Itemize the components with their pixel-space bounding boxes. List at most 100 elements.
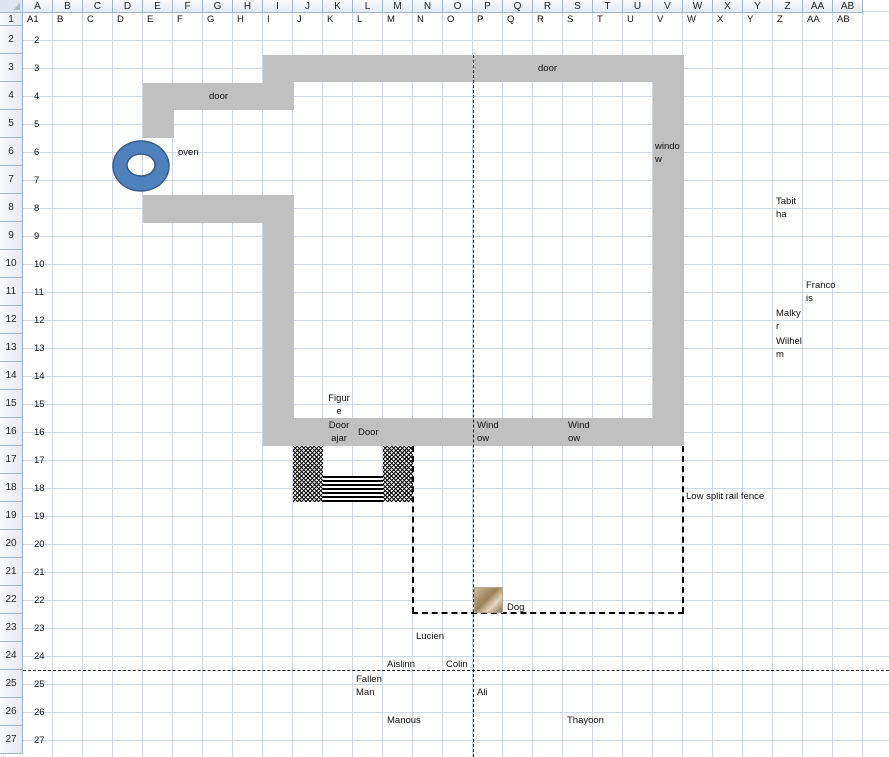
column-header-x[interactable]: X — [713, 0, 743, 13]
colA-number-14[interactable]: 14 — [34, 370, 45, 383]
column-header-u[interactable]: U — [623, 0, 653, 13]
row-header-9[interactable]: 9 — [0, 222, 23, 250]
row1-letter-x[interactable]: X — [717, 13, 723, 26]
row1-letter-r[interactable]: R — [537, 13, 544, 26]
row1-letter-m[interactable]: M — [387, 13, 395, 26]
colA-number-23[interactable]: 23 — [34, 622, 45, 635]
row1-letter-i[interactable]: I — [267, 13, 270, 26]
row-header-12[interactable]: 12 — [0, 306, 23, 334]
row-header-20[interactable]: 20 — [0, 530, 23, 558]
colA-number-26[interactable]: 26 — [34, 706, 45, 719]
row-header-16[interactable]: 16 — [0, 418, 23, 446]
row-header-6[interactable]: 6 — [0, 138, 23, 166]
row-header-11[interactable]: 11 — [0, 278, 23, 306]
row1-letter-y[interactable]: Y — [747, 13, 753, 26]
row-header-25[interactable]: 25 — [0, 670, 23, 698]
colA-number-13[interactable]: 13 — [34, 342, 45, 355]
row1-letter-k[interactable]: K — [327, 13, 333, 26]
row-header-17[interactable]: 17 — [0, 446, 23, 474]
colA-number-15[interactable]: 15 — [34, 398, 45, 411]
row1-letter-j[interactable]: J — [297, 13, 302, 26]
column-header-aa[interactable]: AA — [803, 0, 833, 13]
column-header-j[interactable]: J — [293, 0, 323, 13]
colA-number-16[interactable]: 16 — [34, 426, 45, 439]
colA-number-4[interactable]: 4 — [34, 90, 39, 103]
row1-letter-b[interactable]: B — [57, 13, 63, 26]
row1-letter-p[interactable]: P — [477, 13, 483, 26]
colA-number-7[interactable]: 7 — [34, 174, 39, 187]
colA-number-24[interactable]: 24 — [34, 650, 45, 663]
column-header-l[interactable]: L — [353, 0, 383, 13]
colA-number-18[interactable]: 18 — [34, 482, 45, 495]
column-header-z[interactable]: Z — [773, 0, 803, 13]
row-header-26[interactable]: 26 — [0, 698, 23, 726]
column-header-h[interactable]: H — [233, 0, 263, 13]
column-header-m[interactable]: M — [383, 0, 413, 13]
row1-letter-o[interactable]: O — [447, 13, 454, 26]
row1-letter-s[interactable]: S — [567, 13, 573, 26]
colA-number-9[interactable]: 9 — [34, 230, 39, 243]
column-header-y[interactable]: Y — [743, 0, 773, 13]
column-header-o[interactable]: O — [443, 0, 473, 13]
colA-number-8[interactable]: 8 — [34, 202, 39, 215]
colA-number-27[interactable]: 27 — [34, 734, 45, 747]
column-header-r[interactable]: R — [533, 0, 563, 13]
colA-number-22[interactable]: 22 — [34, 594, 45, 607]
column-header-v[interactable]: V — [653, 0, 683, 13]
colA-number-2[interactable]: 2 — [34, 34, 39, 47]
row-header-10[interactable]: 10 — [0, 250, 23, 278]
colA-number-12[interactable]: 12 — [34, 314, 45, 327]
row1-letter-e[interactable]: E — [147, 13, 153, 26]
row-header-18[interactable]: 18 — [0, 474, 23, 502]
select-all-corner[interactable] — [0, 0, 23, 13]
row-header-21[interactable]: 21 — [0, 558, 23, 586]
row-header-22[interactable]: 22 — [0, 586, 23, 614]
row-header-1[interactable]: 1 — [0, 13, 23, 26]
column-header-ab[interactable]: AB — [833, 0, 863, 13]
colA-number-20[interactable]: 20 — [34, 538, 45, 551]
row-header-23[interactable]: 23 — [0, 614, 23, 642]
row-header-24[interactable]: 24 — [0, 642, 23, 670]
column-header-c[interactable]: C — [83, 0, 113, 13]
row-header-27[interactable]: 27 — [0, 726, 23, 754]
row1-letter-z[interactable]: Z — [777, 13, 783, 26]
colA-number-10[interactable]: 10 — [34, 258, 45, 271]
colA-number-19[interactable]: 19 — [34, 510, 45, 523]
column-header-i[interactable]: I — [263, 0, 293, 13]
column-header-s[interactable]: S — [563, 0, 593, 13]
column-header-q[interactable]: Q — [503, 0, 533, 13]
row-header-3[interactable]: 3 — [0, 54, 23, 82]
colA-number-5[interactable]: 5 — [34, 118, 39, 131]
row-header-13[interactable]: 13 — [0, 334, 23, 362]
row1-letter-w[interactable]: W — [687, 13, 696, 26]
row-header-19[interactable]: 19 — [0, 502, 23, 530]
row1-letter-g[interactable]: G — [207, 13, 214, 26]
row1-letter-t[interactable]: T — [597, 13, 603, 26]
row-header-7[interactable]: 7 — [0, 166, 23, 194]
column-header-g[interactable]: G — [203, 0, 233, 13]
colA-number-6[interactable]: 6 — [34, 146, 39, 159]
row-header-14[interactable]: 14 — [0, 362, 23, 390]
colA-number-25[interactable]: 25 — [34, 678, 45, 691]
column-header-e[interactable]: E — [143, 0, 173, 13]
column-header-w[interactable]: W — [683, 0, 713, 13]
row-header-5[interactable]: 5 — [0, 110, 23, 138]
column-header-d[interactable]: D — [113, 0, 143, 13]
cell-a1[interactable]: A1 — [27, 13, 39, 26]
column-header-p[interactable]: P — [473, 0, 503, 13]
row1-letter-v[interactable]: V — [657, 13, 663, 26]
row1-letter-c[interactable]: C — [87, 13, 94, 26]
row1-letter-n[interactable]: N — [417, 13, 424, 26]
column-header-a[interactable]: A — [23, 0, 53, 13]
row1-letter-d[interactable]: D — [117, 13, 124, 26]
row1-letter-q[interactable]: Q — [507, 13, 514, 26]
column-header-f[interactable]: F — [173, 0, 203, 13]
colA-number-11[interactable]: 11 — [34, 286, 44, 299]
row-header-4[interactable]: 4 — [0, 82, 23, 110]
column-header-n[interactable]: N — [413, 0, 443, 13]
row-header-8[interactable]: 8 — [0, 194, 23, 222]
row1-letter-h[interactable]: H — [237, 13, 244, 26]
dog-picture[interactable] — [474, 587, 503, 613]
colA-number-17[interactable]: 17 — [34, 454, 45, 467]
colA-number-3[interactable]: 3 — [34, 62, 39, 75]
